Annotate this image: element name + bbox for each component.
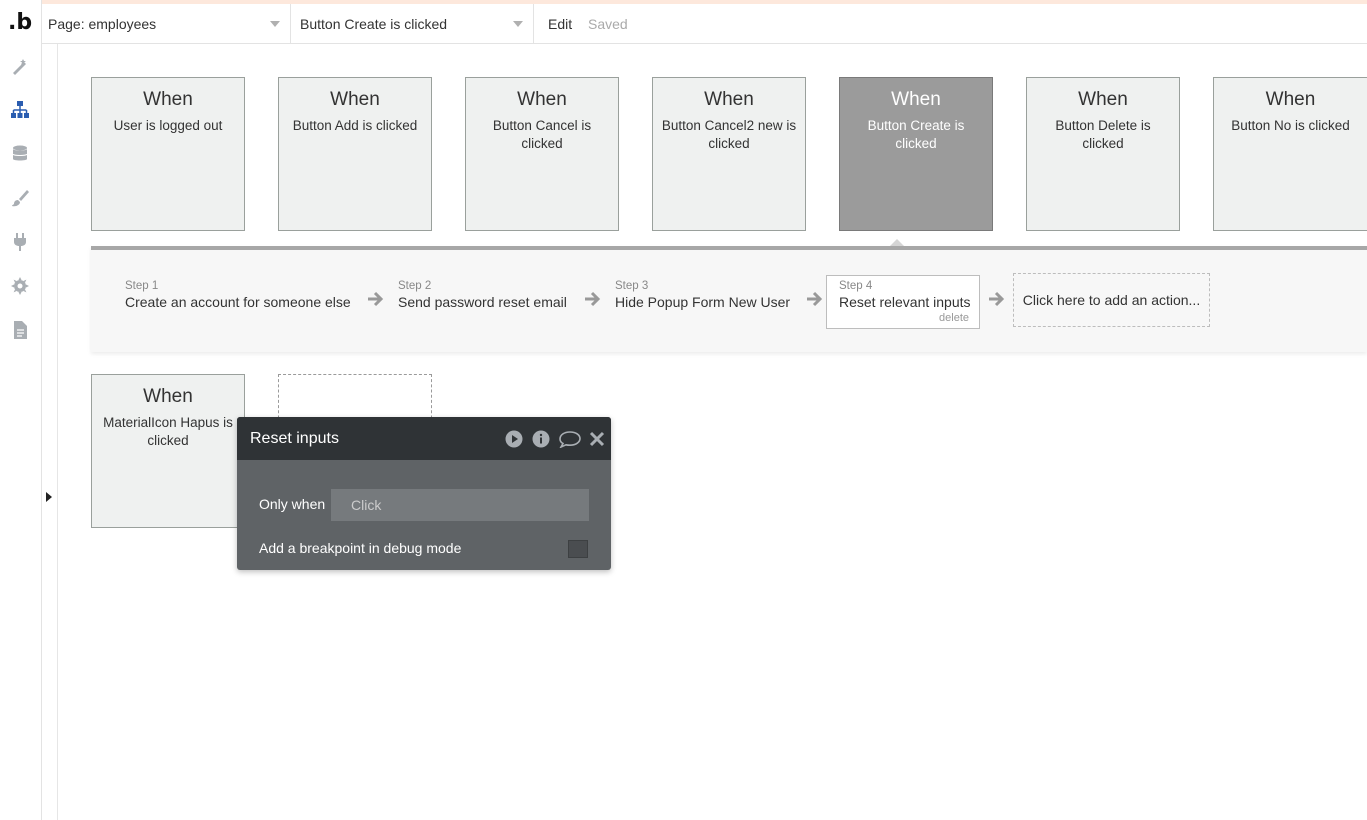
close-icon[interactable] xyxy=(588,430,606,448)
left-sidebar: .b xyxy=(0,0,42,820)
canvas-gutter xyxy=(42,44,58,820)
step-title: Create an account for someone else xyxy=(125,294,351,310)
event-when-label: When xyxy=(330,89,380,110)
event-card[interactable]: When Button Add is clicked xyxy=(278,77,432,231)
only-when-input[interactable]: Click xyxy=(331,489,589,521)
action-step[interactable]: Step 1 Create an account for someone els… xyxy=(125,280,351,310)
property-editor-title: Reset inputs xyxy=(250,430,339,447)
arrow-right-icon xyxy=(585,291,601,307)
event-card-selected[interactable]: When Button Create is clicked xyxy=(839,77,993,231)
event-select-label: Button Create is clicked xyxy=(300,16,448,32)
property-editor: Reset inputs Only when Click Add a break… xyxy=(237,417,611,570)
workflow-icon[interactable] xyxy=(9,99,31,121)
only-when-label: Only when xyxy=(259,496,326,512)
action-step[interactable]: Step 3 Hide Popup Form New User xyxy=(615,280,790,310)
chevron-down-icon xyxy=(270,21,280,27)
save-status: Saved xyxy=(588,16,628,32)
styles-icon[interactable] xyxy=(9,187,31,209)
event-description: Button Delete is clicked xyxy=(1055,118,1151,151)
step-title: Reset relevant inputs xyxy=(839,294,971,310)
step-number: Step 2 xyxy=(398,280,432,292)
event-card[interactable]: When MaterialIcon Hapus is clicked xyxy=(91,374,245,528)
info-icon[interactable] xyxy=(532,430,550,448)
property-editor-header[interactable]: Reset inputs xyxy=(237,417,611,460)
design-icon[interactable] xyxy=(9,55,31,77)
event-description: MaterialIcon Hapus is clicked xyxy=(103,415,233,448)
event-description: User is logged out xyxy=(113,118,223,133)
page-select[interactable]: Page: employees xyxy=(42,4,291,43)
arrow-right-icon xyxy=(368,291,384,307)
add-action-button[interactable]: Click here to add an action... xyxy=(1013,273,1210,327)
expand-arrow-icon[interactable] xyxy=(46,492,52,502)
event-description: Button Cancel is clicked xyxy=(492,118,592,151)
event-when-label: When xyxy=(891,89,941,110)
event-card[interactable]: When User is logged out xyxy=(91,77,245,231)
event-description: Button Cancel2 new is clicked xyxy=(661,118,797,151)
logs-icon[interactable] xyxy=(9,319,31,341)
play-icon[interactable] xyxy=(505,430,523,448)
settings-icon[interactable] xyxy=(9,275,31,297)
delete-step-link[interactable]: delete xyxy=(939,312,969,324)
plugins-icon[interactable] xyxy=(9,231,31,253)
event-when-label: When xyxy=(1078,89,1128,110)
breakpoint-checkbox[interactable] xyxy=(568,540,588,558)
event-description: Button No is clicked xyxy=(1231,118,1350,133)
workflow-actions: Step 1 Create an account for someone els… xyxy=(91,246,1367,352)
event-description: Button Add is clicked xyxy=(292,118,418,133)
comment-icon[interactable] xyxy=(559,430,581,448)
event-card[interactable]: When Button Cancel is clicked xyxy=(465,77,619,231)
event-card[interactable]: When Button No is clicked xyxy=(1213,77,1367,231)
step-number: Step 4 xyxy=(839,280,873,292)
page-select-label: Page: employees xyxy=(48,16,157,32)
step-title: Send password reset email xyxy=(398,294,567,310)
edit-menu[interactable]: Edit xyxy=(548,16,572,32)
event-when-label: When xyxy=(143,89,193,110)
chevron-down-icon xyxy=(513,21,523,27)
data-icon[interactable] xyxy=(9,143,31,165)
event-card[interactable]: When Button Cancel2 new is clicked xyxy=(652,77,806,231)
arrow-right-icon xyxy=(807,291,823,307)
event-when-label: When xyxy=(143,386,193,407)
breakpoint-label: Add a breakpoint in debug mode xyxy=(259,540,462,556)
action-step[interactable]: Step 2 Send password reset email xyxy=(398,280,567,310)
event-description: Button Create is clicked xyxy=(867,118,965,151)
arrow-right-icon xyxy=(989,291,1005,307)
event-select[interactable]: Button Create is clicked xyxy=(291,4,534,43)
bubble-logo[interactable]: .b xyxy=(8,10,32,35)
event-when-label: When xyxy=(704,89,754,110)
event-when-label: When xyxy=(1265,89,1316,110)
action-step-selected[interactable]: Step 4 Reset relevant inputs delete xyxy=(826,275,980,329)
step-title: Hide Popup Form New User xyxy=(615,294,791,310)
top-bar: Page: employees Button Create is clicked… xyxy=(42,4,1367,44)
event-when-label: When xyxy=(517,89,567,110)
event-card[interactable]: When Button Delete is clicked xyxy=(1026,77,1180,231)
step-number: Step 3 xyxy=(615,280,649,292)
step-number: Step 1 xyxy=(125,280,159,292)
